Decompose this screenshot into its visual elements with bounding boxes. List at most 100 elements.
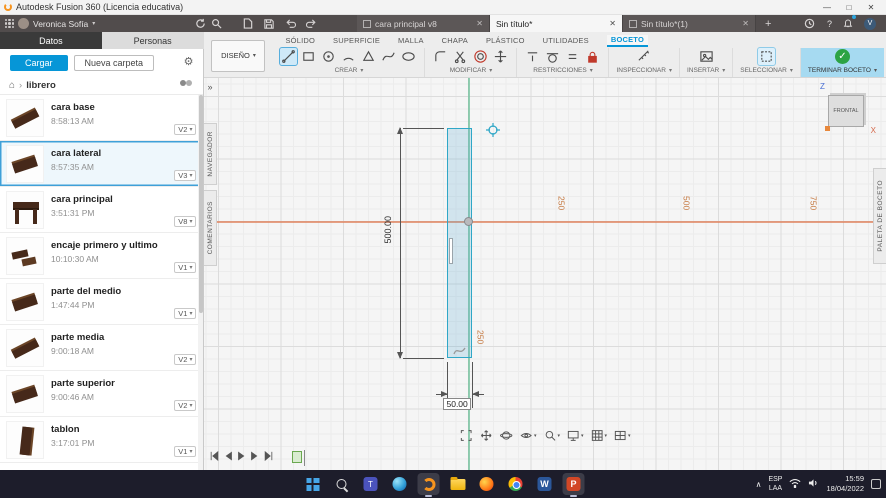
document-tab[interactable]: cara principal v8 ✕ — [357, 15, 490, 32]
timeline-step-forward-icon[interactable] — [250, 448, 259, 466]
group-label-crear[interactable]: CREAR▾ — [335, 65, 364, 77]
user-menu-caret-icon[interactable]: ▾ — [92, 20, 95, 27]
version-dropdown[interactable]: V2▾ — [174, 354, 196, 365]
list-item[interactable]: encaje primero y ultimo 10:10:30 AM V1▾ — [0, 233, 203, 279]
close-button[interactable]: ✕ — [860, 3, 882, 12]
look-at-icon[interactable]: ▾ — [520, 429, 537, 442]
tab-malla[interactable]: MALLA — [398, 36, 424, 47]
close-tab-icon[interactable]: ✕ — [476, 19, 483, 28]
selected-sketch-segment[interactable] — [449, 238, 453, 264]
width-dimension-value[interactable]: 50.00 — [443, 398, 470, 410]
spline-tool-icon[interactable] — [380, 48, 397, 65]
start-button[interactable] — [302, 473, 324, 495]
user-avatar[interactable] — [18, 18, 29, 29]
gear-icon[interactable]: ⚙ — [184, 57, 194, 68]
clock[interactable]: 15:59 18/04/2022 — [826, 474, 864, 494]
list-item[interactable]: parte del medio 1:47:44 PM V1▾ — [0, 279, 203, 325]
list-item[interactable]: cara base 8:58:13 AM V2▾ — [0, 95, 203, 141]
wifi-icon[interactable] — [789, 475, 801, 493]
edge-icon[interactable] — [389, 473, 411, 495]
job-status-icon[interactable] — [804, 18, 816, 30]
tab-personas[interactable]: Personas — [102, 32, 204, 49]
home-icon[interactable]: ⌂ — [9, 80, 15, 91]
redo-icon[interactable] — [305, 18, 317, 30]
timeline-skip-start-icon[interactable] — [209, 448, 220, 466]
tab-chapa[interactable]: CHAPA — [442, 36, 468, 47]
version-dropdown[interactable]: V1▾ — [174, 446, 196, 457]
equal-constraint-icon[interactable] — [564, 48, 581, 65]
rectangle-tool-icon[interactable] — [300, 48, 317, 65]
tab-datos[interactable]: Datos — [0, 32, 102, 49]
grid-settings-icon[interactable]: ▾ — [590, 429, 607, 442]
save-icon[interactable] — [263, 18, 275, 30]
move-tool-icon[interactable] — [492, 48, 509, 65]
tab-boceto[interactable]: BOCETO — [607, 35, 648, 47]
fix-constraint-icon[interactable] — [584, 48, 601, 65]
version-dropdown[interactable]: V1▾ — [174, 262, 196, 273]
search-icon[interactable] — [210, 18, 222, 30]
finish-sketch-button[interactable]: TERMINAR BOCETO▾ — [808, 65, 877, 77]
chrome-icon[interactable] — [505, 473, 527, 495]
upload-button[interactable]: Cargar — [10, 55, 68, 71]
version-dropdown[interactable]: V2▾ — [174, 124, 196, 135]
new-folder-button[interactable]: Nueva carpeta — [74, 55, 155, 71]
group-label-insertar[interactable]: INSERTAR▾ — [687, 65, 725, 77]
height-dimension-value[interactable]: 500.00 — [383, 216, 393, 244]
timeline-step-back-icon[interactable] — [224, 448, 233, 466]
viewports-icon[interactable]: ▾ — [614, 429, 631, 442]
orbit-icon[interactable] — [500, 429, 513, 442]
tab-utilidades[interactable]: UTILIDADES — [543, 36, 589, 47]
list-scrollbar[interactable] — [198, 95, 203, 470]
close-tab-icon[interactable]: ✕ — [609, 19, 616, 28]
data-panel-toggle-icon[interactable] — [5, 19, 14, 28]
taskbar-search-icon[interactable] — [331, 473, 353, 495]
tab-solido[interactable]: SÓLIDO — [285, 36, 315, 47]
zoom-icon[interactable]: ▾ — [543, 429, 560, 442]
group-label-modificar[interactable]: MODIFICAR▾ — [450, 65, 493, 77]
version-dropdown[interactable]: V2▾ — [174, 400, 196, 411]
sketch-canvas[interactable]: 500.00 50.00 250 500 750 250 » NAVEGADOR — [204, 78, 886, 470]
close-tab-icon[interactable]: ✕ — [742, 19, 749, 28]
version-dropdown[interactable]: V8▾ — [174, 216, 196, 227]
minimize-button[interactable]: — — [816, 3, 838, 12]
arc-tool-icon[interactable] — [340, 48, 357, 65]
workspace-selector[interactable]: DISEÑO▾ — [211, 40, 265, 72]
undo-icon[interactable] — [284, 18, 296, 30]
word-icon[interactable]: W — [534, 473, 556, 495]
select-tool-icon[interactable] — [758, 48, 775, 65]
timeline-play-icon[interactable] — [237, 448, 246, 466]
tray-overflow-icon[interactable]: ∧ — [756, 480, 762, 489]
offset-tool-icon[interactable] — [472, 48, 489, 65]
tangent-constraint-icon[interactable] — [544, 48, 561, 65]
line-tool-icon[interactable] — [280, 48, 297, 65]
tab-superficie[interactable]: SUPERFICIE — [333, 36, 380, 47]
group-label-seleccionar[interactable]: SELECCIONAR▾ — [740, 65, 793, 77]
polygon-tool-icon[interactable] — [360, 48, 377, 65]
tab-plastico[interactable]: PLÁSTICO — [486, 36, 525, 47]
view-cube-corner[interactable] — [825, 126, 830, 131]
maximize-button[interactable]: □ — [838, 3, 860, 12]
volume-icon[interactable] — [808, 475, 819, 493]
language-indicator[interactable]: ESP LAA — [768, 475, 782, 493]
list-item[interactable]: cara principal 3:51:31 PM V8▾ — [0, 187, 203, 233]
insert-image-icon[interactable] — [698, 48, 715, 65]
document-tab-active[interactable]: Sin título* ✕ — [490, 15, 623, 32]
list-item-selected[interactable]: cara lateral 8:57:35 AM V3▾ — [0, 141, 203, 187]
powerpoint-icon[interactable]: P — [563, 473, 585, 495]
timeline-skip-end-icon[interactable] — [263, 448, 274, 466]
view-cube-face[interactable]: FRONTAL — [828, 95, 864, 127]
teams-icon[interactable]: T — [360, 473, 382, 495]
horizontal-vertical-constraint-icon[interactable] — [524, 48, 541, 65]
list-item[interactable]: parte media 9:00:18 AM V2▾ — [0, 325, 203, 371]
comentarios-panel-tab[interactable]: COMENTARIOS — [204, 190, 217, 266]
profile-avatar[interactable]: V — [864, 18, 876, 30]
measure-tool-icon[interactable] — [636, 48, 653, 65]
list-item[interactable]: tablon 3:17:01 PM V1▾ — [0, 417, 203, 463]
version-dropdown[interactable]: V3▾ — [174, 170, 196, 181]
finish-sketch-check-icon[interactable]: ✓ — [835, 49, 850, 64]
circle-tool-icon[interactable] — [320, 48, 337, 65]
notifications-bell-icon[interactable] — [843, 17, 853, 30]
list-item[interactable]: parte superior 9:00:46 AM V2▾ — [0, 371, 203, 417]
fillet-tool-icon[interactable] — [432, 48, 449, 65]
file-explorer-icon[interactable] — [447, 473, 469, 495]
